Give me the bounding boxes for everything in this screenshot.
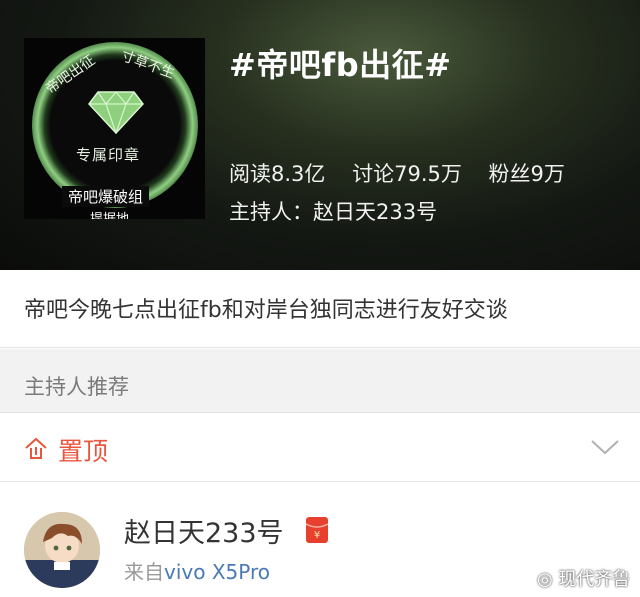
topic-description-bar: 帝吧今晚七点出征fb和对岸台独同志进行友好交谈 [0,270,640,348]
pinned-row[interactable]: 置顶 [0,414,640,482]
post-username[interactable]: 赵日天233号 [124,511,284,550]
read-count: 阅读8.3亿 [229,162,326,186]
weibo-logo-icon: ◎ [537,569,559,590]
topic-title: #帝吧fb出征# [229,46,452,84]
watermark-text: 现代齐鲁 [558,569,631,590]
pin-top-icon [25,437,47,459]
red-packet-icon: ¥ [305,517,329,543]
topic-host[interactable]: 主持人：赵日天233号 [229,196,437,226]
discussion-count: 讨论79.5万 [352,162,462,186]
avatar[interactable] [24,512,100,588]
topic-stats: 阅读8.3亿 讨论79.5万 粉丝9万 [229,158,585,188]
fan-count: 粉丝9万 [488,162,565,186]
svg-text:¥: ¥ [314,530,320,541]
source-device-link[interactable]: vivo X5Pro [164,560,270,584]
topic-header: 帝吧出征 寸草不生 专属印章 帝吧爆破组 提据地 #帝吧fb出征# 阅读8.3亿… [0,0,640,270]
topic-cover-image[interactable]: 帝吧出征 寸草不生 专属印章 帝吧爆破组 提据地 [24,38,205,219]
source-prefix: 来自 [124,560,164,584]
cover-cut-text: 提据地 [90,208,129,219]
section-label: 主持人推荐 [24,375,129,399]
cover-seal-text: 专属印章 [76,146,141,164]
cover-group-text: 帝吧爆破组 [62,186,150,207]
topic-description: 帝吧今晚七点出征fb和对岸台独同志进行友好交谈 [24,298,508,323]
post-source: 来自vivo X5Pro [124,556,270,585]
pinned-label: 置顶 [58,437,109,466]
diamond-icon [88,91,144,134]
avatar-image [24,512,100,588]
weibo-watermark: ◎ 现代齐鲁 [537,565,630,591]
chevron-down-icon[interactable] [590,438,620,456]
host-recommend-section: 主持人推荐 [0,349,640,413]
